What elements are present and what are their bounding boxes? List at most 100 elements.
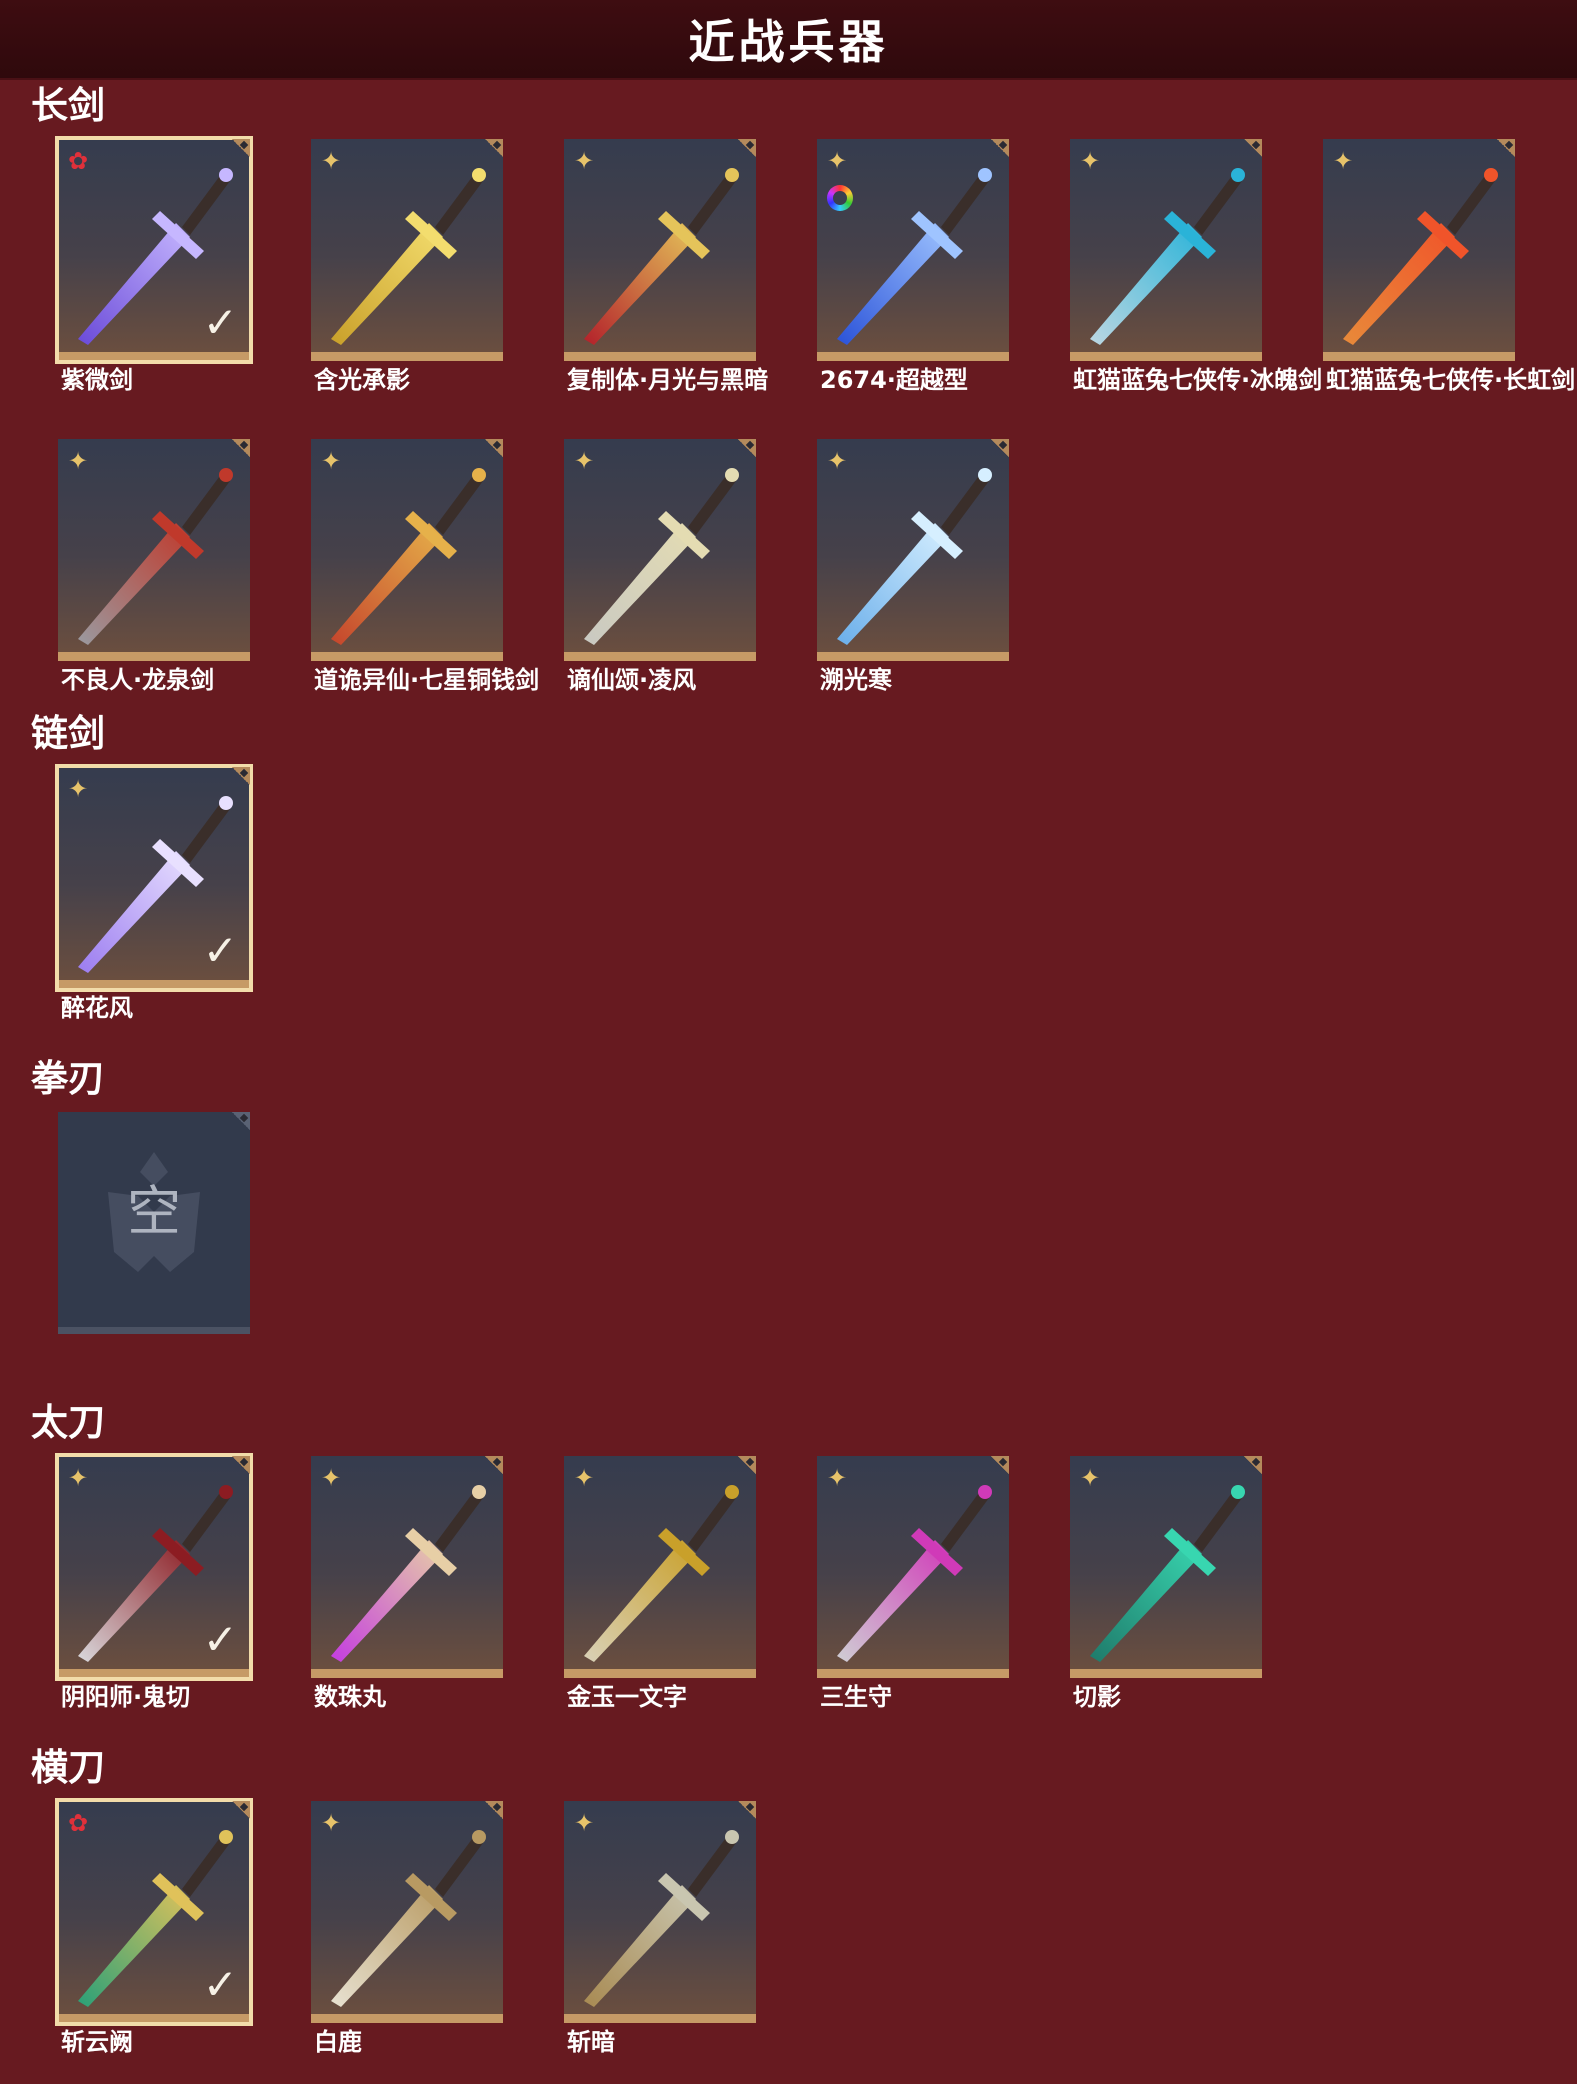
weapon-card[interactable]: ✦ bbox=[817, 439, 1009, 661]
corner-tab-icon bbox=[738, 1456, 756, 1474]
weapon-name: 数珠丸 bbox=[314, 1683, 386, 1711]
weapon-name: 斩云阙 bbox=[61, 2028, 133, 2056]
weapon-item[interactable]: ✦ 白鹿 bbox=[283, 1801, 537, 2057]
weapon-name: 不良人·龙泉剑 bbox=[61, 666, 215, 694]
gold-star-badge-icon: ✦ bbox=[827, 1464, 848, 1492]
gold-star-badge-icon: ✦ bbox=[827, 447, 848, 475]
weapon-card[interactable]: ✦ bbox=[1070, 1456, 1262, 1678]
weapon-card[interactable]: ✦ ✓ bbox=[55, 764, 253, 992]
weapon-name: 道诡异仙·七星铜钱剑 bbox=[314, 666, 540, 694]
weapon-item[interactable]: ✦ 数珠丸 bbox=[283, 1456, 537, 1712]
red-flower-badge-icon: ✿ bbox=[68, 147, 89, 175]
weapon-card[interactable]: ✦ bbox=[58, 439, 250, 661]
weapon-card[interactable]: ✦ bbox=[1323, 139, 1515, 361]
weapon-item[interactable]: ✿ ✓ 紫微剑 bbox=[30, 136, 284, 395]
color-variant-icon bbox=[827, 185, 853, 211]
corner-tab-icon bbox=[1497, 139, 1515, 157]
corner-tab-icon bbox=[738, 1801, 756, 1819]
category-title: 拳刃 bbox=[31, 1057, 105, 1100]
corner-tab-icon bbox=[485, 1456, 503, 1474]
corner-tab-icon bbox=[991, 139, 1009, 157]
category-title: 链剑 bbox=[31, 712, 105, 755]
gold-star-badge-icon: ✦ bbox=[68, 775, 89, 803]
gold-star-badge-icon: ✦ bbox=[68, 447, 89, 475]
weapon-card[interactable]: ✿ ✓ bbox=[55, 1798, 253, 2026]
gold-star-badge-icon: ✦ bbox=[1080, 147, 1101, 175]
weapon-card[interactable]: ✦ bbox=[817, 1456, 1009, 1678]
weapon-item[interactable]: ✦ 2674·超越型 bbox=[789, 139, 1043, 395]
weapon-item[interactable]: ✦ 虹猫蓝兔七侠传·冰魄剑 bbox=[1042, 139, 1323, 395]
gold-star-badge-icon: ✦ bbox=[574, 1464, 595, 1492]
gold-star-badge-icon: ✦ bbox=[574, 447, 595, 475]
weapon-name: 虹猫蓝兔七侠传·长虹剑 bbox=[1326, 366, 1576, 394]
weapon-name: 溯光寒 bbox=[820, 666, 892, 694]
weapon-name: 谪仙颂·凌风 bbox=[567, 666, 697, 694]
equipped-check-icon: ✓ bbox=[202, 1960, 238, 2009]
empty-slot-label: 空 bbox=[127, 1180, 181, 1243]
corner-tab-icon bbox=[485, 1801, 503, 1819]
weapon-name: 含光承影 bbox=[314, 366, 410, 394]
weapon-item[interactable]: ✦ 含光承影 bbox=[283, 139, 537, 395]
corner-tab-icon bbox=[991, 439, 1009, 457]
weapon-card[interactable]: ✦ ✓ bbox=[55, 1453, 253, 1681]
equipped-check-icon: ✓ bbox=[202, 926, 238, 975]
weapon-card[interactable]: ✦ bbox=[564, 439, 756, 661]
weapon-name: 紫微剑 bbox=[61, 366, 133, 394]
weapon-card[interactable]: ✦ bbox=[564, 1456, 756, 1678]
equipped-check-icon: ✓ bbox=[202, 1615, 238, 1664]
corner-tab-icon bbox=[232, 1456, 250, 1474]
weapon-name: 虹猫蓝兔七侠传·冰魄剑 bbox=[1073, 366, 1323, 394]
weapon-card[interactable]: ✦ bbox=[311, 139, 503, 361]
weapon-slot-empty[interactable]: 空 bbox=[30, 1112, 284, 1334]
weapon-item[interactable]: ✦ 切影 bbox=[1042, 1456, 1296, 1712]
gold-star-badge-icon: ✦ bbox=[68, 1464, 89, 1492]
weapon-item[interactable]: ✦ ✓ 阴阳师·鬼切 bbox=[30, 1453, 284, 1712]
weapon-name: 金玉一文字 bbox=[567, 1683, 687, 1711]
equipped-check-icon: ✓ bbox=[202, 298, 238, 347]
weapon-item[interactable]: ✦ 斩暗 bbox=[536, 1801, 790, 2057]
weapon-item[interactable]: ✦ 虹猫蓝兔七侠传·长虹剑 bbox=[1295, 139, 1576, 395]
gold-star-badge-icon: ✦ bbox=[1080, 1464, 1101, 1492]
empty-slot-card[interactable]: 空 bbox=[58, 1112, 250, 1334]
weapon-name: 白鹿 bbox=[314, 2028, 362, 2056]
weapon-item[interactable]: ✦ ✓ 醉花风 bbox=[30, 764, 284, 1023]
corner-tab-icon bbox=[1244, 1456, 1262, 1474]
weapon-name: 醉花风 bbox=[61, 994, 133, 1022]
weapon-item[interactable]: ✿ ✓ 斩云阙 bbox=[30, 1798, 284, 2057]
corner-tab-icon bbox=[738, 139, 756, 157]
weapon-card[interactable]: ✦ bbox=[817, 139, 1009, 361]
weapon-name: 2674·超越型 bbox=[820, 366, 968, 394]
category-title: 太刀 bbox=[31, 1401, 105, 1444]
gold-star-badge-icon: ✦ bbox=[574, 147, 595, 175]
corner-tab-icon bbox=[232, 1801, 250, 1819]
weapon-item[interactable]: ✦ 谪仙颂·凌风 bbox=[536, 439, 790, 695]
weapon-item[interactable]: ✦ 不良人·龙泉剑 bbox=[30, 439, 284, 695]
page-header: 近战兵器 bbox=[0, 0, 1577, 80]
gold-star-badge-icon: ✦ bbox=[1333, 147, 1354, 175]
weapon-card[interactable]: ✿ ✓ bbox=[55, 136, 253, 364]
weapon-card[interactable]: ✦ bbox=[564, 139, 756, 361]
weapon-item[interactable]: ✦ 三生守 bbox=[789, 1456, 1043, 1712]
weapon-card[interactable]: ✦ bbox=[1070, 139, 1262, 361]
weapon-item[interactable]: ✦ 溯光寒 bbox=[789, 439, 1043, 695]
gold-star-badge-icon: ✦ bbox=[321, 147, 342, 175]
gold-star-badge-icon: ✦ bbox=[827, 147, 848, 175]
weapon-card[interactable]: ✦ bbox=[564, 1801, 756, 2023]
weapon-item[interactable]: ✦ 复制体·月光与黑暗 bbox=[536, 139, 790, 395]
gold-star-badge-icon: ✦ bbox=[321, 1464, 342, 1492]
page-title: 近战兵器 bbox=[688, 15, 889, 69]
corner-tab-icon bbox=[232, 139, 250, 157]
category-title: 长剑 bbox=[31, 84, 105, 127]
weapon-card[interactable]: ✦ bbox=[311, 439, 503, 661]
corner-tab-icon bbox=[232, 767, 250, 785]
gold-star-badge-icon: ✦ bbox=[574, 1809, 595, 1837]
weapon-item[interactable]: ✦ 金玉一文字 bbox=[536, 1456, 790, 1712]
category-title: 横刀 bbox=[31, 1746, 105, 1789]
weapon-name: 切影 bbox=[1073, 1683, 1121, 1711]
weapon-item[interactable]: ✦ 道诡异仙·七星铜钱剑 bbox=[283, 439, 540, 695]
corner-tab-icon bbox=[485, 139, 503, 157]
weapon-card[interactable]: ✦ bbox=[311, 1456, 503, 1678]
weapon-card[interactable]: ✦ bbox=[311, 1801, 503, 2023]
weapon-name: 阴阳师·鬼切 bbox=[61, 1683, 191, 1711]
weapon-name: 三生守 bbox=[820, 1683, 892, 1711]
